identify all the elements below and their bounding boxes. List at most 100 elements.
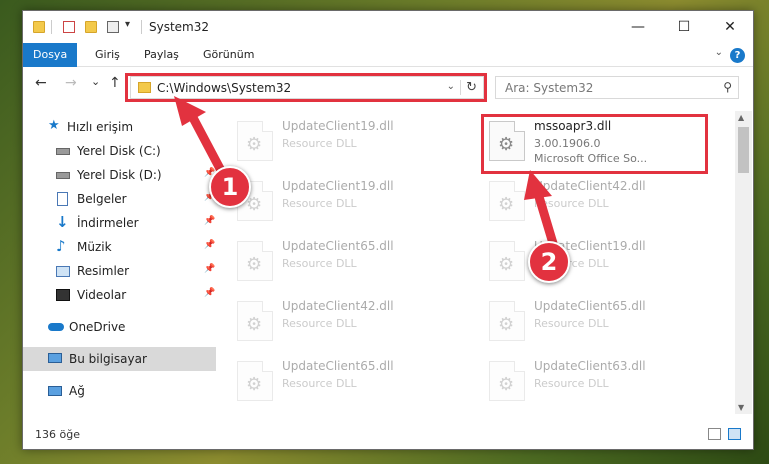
file-item[interactable]: ⚙ UpdateClient65.dll Resource DLL bbox=[230, 235, 462, 291]
tab-paylas[interactable]: Paylaş bbox=[134, 43, 189, 67]
dll-file-icon: ⚙ bbox=[489, 241, 525, 281]
properties-icon[interactable] bbox=[63, 21, 75, 33]
forward-button[interactable]: → bbox=[65, 75, 77, 91]
sidebar-item-label: Videolar bbox=[77, 288, 127, 302]
file-item[interactable]: ⚙ UpdateClient63.dll Resource DLL bbox=[482, 355, 714, 406]
cloud-icon bbox=[48, 323, 64, 331]
file-name: UpdateClient65.dll bbox=[534, 299, 646, 313]
divider bbox=[141, 20, 142, 34]
documents-icon bbox=[57, 192, 68, 206]
pin-icon[interactable]: 📌 bbox=[204, 240, 215, 250]
sidebar-item-disk-d[interactable]: Yerel Disk (D:) 📌 bbox=[23, 163, 216, 187]
sidebar-item-network[interactable]: Ağ bbox=[23, 379, 216, 403]
sidebar-item-quick-access[interactable]: ★ Hızlı erişim bbox=[23, 115, 216, 139]
file-item[interactable]: ⚙ UpdateClient42.dll Resource DLL bbox=[230, 295, 462, 351]
large-icons-view-icon[interactable] bbox=[728, 428, 741, 440]
gear-icon: ⚙ bbox=[246, 254, 263, 275]
address-highlight-box bbox=[125, 73, 487, 102]
sidebar-item-label: Yerel Disk (C:) bbox=[77, 144, 161, 158]
video-icon bbox=[56, 289, 70, 301]
tab-dosya[interactable]: Dosya bbox=[23, 43, 78, 67]
file-name: UpdateClient65.dll bbox=[282, 239, 394, 253]
dll-file-icon: ⚙ bbox=[237, 241, 273, 281]
dll-file-icon: ⚙ bbox=[237, 361, 273, 401]
pin-icon[interactable]: 📌 bbox=[204, 264, 215, 274]
sidebar-item-indirmeler[interactable]: ↓ İndirmeler 📌 bbox=[23, 211, 216, 235]
file-name: UpdateClient65.dll bbox=[282, 359, 394, 373]
title-bar: ▾ System32 — ☐ ✕ bbox=[23, 11, 753, 43]
sidebar-item-onedrive[interactable]: OneDrive bbox=[23, 315, 216, 339]
file-name: UpdateClient19.dll bbox=[282, 179, 394, 193]
sidebar-item-label: Müzik bbox=[77, 240, 112, 254]
details-view-icon[interactable] bbox=[708, 428, 721, 440]
file-type: Resource DLL bbox=[534, 317, 609, 330]
gear-icon: ⚙ bbox=[246, 194, 263, 215]
file-item[interactable]: ⚙ UpdateClient42.dll Resource DLL bbox=[482, 175, 714, 231]
scroll-thumb[interactable] bbox=[738, 127, 749, 173]
search-icon[interactable]: ⚲ bbox=[723, 80, 732, 94]
explorer-window: ▾ System32 — ☐ ✕ Dosya Giriş Paylaş Görü… bbox=[22, 10, 754, 450]
status-bar: 136 öğe bbox=[23, 421, 753, 449]
back-button[interactable]: ← bbox=[35, 75, 47, 91]
new-folder-icon[interactable] bbox=[85, 21, 97, 33]
file-type: Resource DLL bbox=[282, 257, 357, 270]
chevron-down-icon[interactable]: ▾ bbox=[125, 19, 130, 30]
file-item[interactable]: ⚙ UpdateClient65.dll Resource DLL bbox=[482, 295, 714, 351]
file-item[interactable]: ⚙ UpdateClient19.dll Resource DLL bbox=[230, 115, 462, 171]
file-type: Resource DLL bbox=[534, 197, 609, 210]
file-type: Resource DLL bbox=[282, 377, 357, 390]
file-type: Resource DLL bbox=[534, 377, 609, 390]
tab-gorunum[interactable]: Görünüm bbox=[193, 43, 264, 67]
search-input[interactable]: Ara: System32 ⚲ bbox=[495, 76, 739, 99]
pin-icon[interactable]: 📌 bbox=[204, 288, 215, 298]
divider bbox=[51, 20, 52, 34]
sidebar-item-muzik[interactable]: ♪ Müzik 📌 bbox=[23, 235, 216, 259]
tab-giris[interactable]: Giriş bbox=[85, 43, 130, 67]
folder-icon bbox=[33, 21, 45, 33]
maximize-button[interactable]: ☐ bbox=[661, 11, 707, 43]
drive-icon bbox=[56, 148, 70, 155]
up-button[interactable]: ↑ bbox=[109, 75, 121, 91]
file-type: Resource DLL bbox=[282, 197, 357, 210]
file-item[interactable]: ⚙ UpdateClient65.dll Resource DLL bbox=[230, 355, 462, 406]
sidebar-item-label: Ağ bbox=[69, 384, 85, 398]
sidebar-item-label: Bu bilgisayar bbox=[69, 352, 147, 366]
file-item[interactable]: ⚙ UpdateClient19.dll Resource DLL bbox=[482, 235, 714, 291]
help-button[interactable]: ? bbox=[730, 48, 745, 63]
file-item[interactable]: ⚙ UpdateClient19.dll Resource DLL bbox=[230, 175, 462, 231]
pictures-icon bbox=[56, 266, 70, 277]
gear-icon: ⚙ bbox=[246, 374, 263, 395]
gear-icon: ⚙ bbox=[246, 314, 263, 335]
network-icon bbox=[48, 386, 62, 396]
customize-view-icon[interactable] bbox=[107, 21, 119, 33]
scroll-up-icon[interactable]: ▲ bbox=[738, 113, 744, 122]
file-highlight-box bbox=[481, 114, 708, 174]
sidebar-item-disk-c[interactable]: Yerel Disk (C:) bbox=[23, 139, 216, 163]
gear-icon: ⚙ bbox=[498, 314, 515, 335]
dll-file-icon: ⚙ bbox=[489, 361, 525, 401]
sidebar-item-label: Resimler bbox=[77, 264, 130, 278]
minimize-button[interactable]: — bbox=[615, 11, 661, 43]
sidebar-item-label: Belgeler bbox=[77, 192, 127, 206]
sidebar-item-this-pc[interactable]: Bu bilgisayar bbox=[23, 347, 216, 371]
pin-icon[interactable]: 📌 bbox=[204, 216, 215, 226]
file-name: UpdateClient42.dll bbox=[282, 299, 394, 313]
step-1-badge: 1 bbox=[209, 166, 251, 208]
vertical-scrollbar[interactable]: ▲ ▼ bbox=[735, 111, 752, 414]
music-icon: ♪ bbox=[56, 237, 66, 255]
navigation-bar: ← → ⌄ ↑ C:\Windows\System32 ⌄ ↻ Ara: Sys… bbox=[23, 67, 753, 102]
sidebar-item-videolar[interactable]: Videolar 📌 bbox=[23, 283, 216, 307]
step-2-badge: 2 bbox=[528, 241, 570, 283]
gear-icon: ⚙ bbox=[498, 194, 515, 215]
download-icon: ↓ bbox=[56, 213, 69, 231]
recent-locations-button[interactable]: ⌄ bbox=[91, 75, 100, 88]
file-name: UpdateClient42.dll bbox=[534, 179, 646, 193]
gear-icon: ⚙ bbox=[498, 374, 515, 395]
gear-icon: ⚙ bbox=[498, 254, 515, 275]
expand-ribbon-icon[interactable]: ⌄ bbox=[715, 47, 723, 58]
sidebar-item-resimler[interactable]: Resimler 📌 bbox=[23, 259, 216, 283]
scroll-down-icon[interactable]: ▼ bbox=[738, 403, 744, 412]
sidebar-item-label: Hızlı erişim bbox=[67, 120, 134, 134]
close-button[interactable]: ✕ bbox=[707, 11, 753, 43]
sidebar-item-belgeler[interactable]: Belgeler 📌 bbox=[23, 187, 216, 211]
